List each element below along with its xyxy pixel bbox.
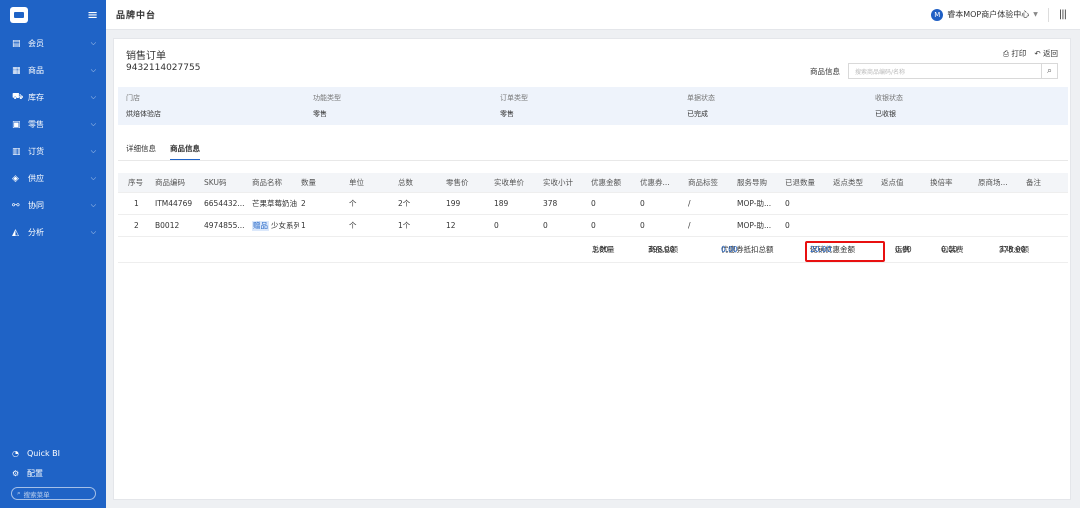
chevron-down-icon: ⌵	[90, 93, 96, 101]
sidebar-item-collab[interactable]: ⚯ 协同 ⌵	[0, 192, 106, 219]
table-header: 序号 商品编码 SKU码 商品名称 数量 单位 总数 零售价 实收单价 实收小计…	[118, 173, 1068, 193]
col-header: 零售价	[446, 178, 469, 187]
tab-goods-info[interactable]: 商品信息	[170, 143, 200, 161]
sidebar-item-retail[interactable]: ▣ 零售 ⌵	[0, 111, 106, 138]
store-icon: ▣	[12, 119, 21, 130]
print-button[interactable]: ⎙ 打印	[1003, 48, 1026, 59]
sidebar-item-config[interactable]: ⚙ 配置	[0, 463, 106, 483]
search-label: 商品信息	[810, 66, 840, 76]
order-detail-card: 销售订单 9432114027755 ⎙ 打印 ↶ 返回 商品信息 搜索商品编码…	[113, 38, 1071, 500]
info-function-type: 功能类型 零售	[313, 94, 341, 118]
col-header: 序号	[128, 178, 143, 187]
member-card-icon: ▤	[12, 38, 21, 49]
apps-icon[interactable]: |||	[1059, 9, 1067, 20]
sidebar-item-inventory[interactable]: ⛟ 库存 ⌵	[0, 84, 106, 111]
chevron-down-icon: ⌵	[90, 228, 96, 236]
chevron-down-icon: ⌵	[90, 174, 96, 182]
col-header: 换倍率	[930, 178, 953, 187]
app-logo[interactable]	[10, 7, 28, 23]
table-row[interactable]: 2 B0012 4974855... 赠品 少女系列 1 个 1个 12 0 0…	[118, 215, 1068, 237]
col-header: 商品名称	[252, 178, 282, 187]
table-row[interactable]: 1 ITM44769 6654432... 芒果草莓奶油 2 个 2个 199 …	[118, 193, 1068, 215]
page-title: 销售订单	[126, 51, 166, 62]
col-header: 实收单价	[494, 178, 524, 187]
user-menu[interactable]: M 睿本MOP商户体验中心 ▼ |||	[931, 7, 1067, 22]
search-icon[interactable]: ⌕	[1041, 63, 1057, 79]
gear-icon: ⚙	[12, 468, 20, 478]
sidebar-item-order[interactable]: ▥ 订货 ⌵	[0, 138, 106, 165]
chevron-down-icon: ▼	[1033, 11, 1038, 18]
col-header: 备注	[1026, 178, 1041, 187]
menu-toggle-icon[interactable]: ≡	[87, 9, 98, 22]
grid-icon: ▦	[12, 65, 21, 76]
col-header: 返点值	[881, 178, 904, 187]
goods-search-input[interactable]: 搜索商品编码/名称 ⌕	[848, 63, 1058, 79]
sidebar: ≡ ▤ 会员 ⌵ ▦ 商品 ⌵ ⛟ 库存 ⌵ ▣ 零售 ⌵ ▥ 订货 ⌵ ◈ 供应 ⌵ ⚯ 协同 ⌵ ◭ 分析…	[0, 0, 106, 508]
col-header: 原商场...	[978, 178, 1008, 187]
truck-icon: ⛟	[12, 92, 24, 102]
share-icon: ⚯	[12, 200, 20, 211]
order-info-panel: 门店 烘焙体验店 功能类型 零售 订单类型 零售 单据状态 已完成 收银状态 已收银	[118, 87, 1068, 125]
layers-icon: ◈	[12, 173, 19, 184]
goods-search: 商品信息 搜索商品编码/名称 ⌕	[810, 63, 1058, 79]
col-header: SKU码	[204, 178, 227, 187]
search-icon: ⌕	[17, 489, 21, 497]
tab-detail-info[interactable]: 详细信息	[126, 143, 156, 161]
back-arrow-icon: ↶	[1034, 49, 1043, 58]
info-cashier-status: 收银状态 已收银	[875, 94, 903, 118]
info-doc-status: 单据状态 已完成	[687, 94, 715, 118]
sidebar-header: ≡	[0, 0, 106, 30]
sidebar-item-analysis[interactable]: ◭ 分析 ⌵	[0, 219, 106, 246]
goods-table: 序号 商品编码 SKU码 商品名称 数量 单位 总数 零售价 实收单价 实收小计…	[118, 173, 1068, 263]
document-icon: ▥	[12, 146, 21, 157]
col-header: 实收小计	[543, 178, 573, 187]
info-order-type: 订单类型 零售	[500, 94, 528, 118]
chevron-down-icon: ⌵	[90, 66, 96, 74]
col-header: 商品标签	[688, 178, 718, 187]
sidebar-item-supply[interactable]: ◈ 供应 ⌵	[0, 165, 106, 192]
gift-tag: 赠品	[252, 221, 269, 231]
col-header: 单位	[349, 178, 364, 187]
chevron-down-icon: ⌵	[90, 120, 96, 128]
tab-bar: 详细信息 商品信息	[126, 143, 200, 161]
sidebar-bottom: ◔ Quick BI ⚙ 配置 ⌕ 搜索菜单	[0, 443, 106, 500]
divider	[1047, 7, 1049, 22]
sidebar-item-goods[interactable]: ▦ 商品 ⌵	[0, 57, 106, 84]
chevron-down-icon: ⌵	[90, 147, 96, 155]
quickbi-icon: ◔	[12, 448, 19, 458]
sidebar-item-member[interactable]: ▤ 会员 ⌵	[0, 30, 106, 57]
col-header: 总数	[398, 178, 413, 187]
tab-divider	[118, 160, 1068, 161]
avatar: M	[931, 8, 944, 21]
chart-icon: ◭	[12, 227, 19, 238]
col-header: 服务导购	[737, 178, 767, 187]
order-number: 9432114027755	[126, 63, 201, 73]
info-store: 门店 烘焙体验店	[126, 94, 161, 118]
col-header: 数量	[301, 178, 316, 187]
page-actions: ⎙ 打印 ↶ 返回	[1003, 48, 1058, 59]
chevron-down-icon: ⌵	[90, 39, 96, 47]
top-bar: 品牌中台 M 睿本MOP商户体验中心 ▼ |||	[106, 0, 1080, 30]
app-title: 品牌中台	[116, 11, 157, 21]
col-header: 返点类型	[833, 178, 863, 187]
col-header: 优惠券...	[640, 178, 670, 187]
menu-search-input[interactable]: ⌕ 搜索菜单	[11, 487, 96, 500]
back-button[interactable]: ↶ 返回	[1034, 48, 1058, 59]
sidebar-item-quickbi[interactable]: ◔ Quick BI	[0, 443, 106, 463]
chevron-down-icon: ⌵	[90, 201, 96, 209]
user-name: 睿本MOP商户体验中心	[947, 10, 1030, 19]
col-header: 优惠金额	[591, 178, 621, 187]
col-header: 已退数量	[785, 178, 815, 187]
order-summary-row: 总数量 3.00 商品总额 398.00 优惠券抵扣总额 0.00 促销优惠金额…	[118, 237, 1068, 263]
col-header: 商品编码	[155, 178, 185, 187]
